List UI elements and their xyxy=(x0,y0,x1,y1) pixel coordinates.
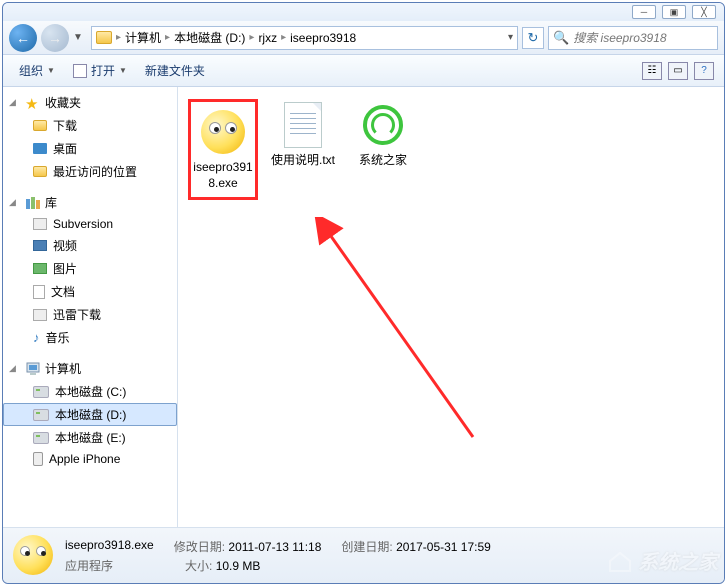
view-options-button[interactable]: ☷ xyxy=(642,62,662,80)
search-icon: 🔍 xyxy=(553,30,569,46)
phone-icon xyxy=(33,452,43,466)
toolbar: 组织▼ 打开▼ 新建文件夹 ☷ ▭ ? xyxy=(3,55,724,87)
open-button[interactable]: 打开▼ xyxy=(67,60,133,81)
maximize-button[interactable]: ▣ xyxy=(662,5,686,19)
star-icon: ★ xyxy=(25,95,41,111)
drive-icon xyxy=(33,432,49,444)
refresh-button[interactable]: ↻ xyxy=(522,27,544,49)
search-box[interactable]: 🔍 xyxy=(548,26,718,50)
collapse-icon: ◢ xyxy=(9,197,21,208)
sidebar-item-iphone[interactable]: Apple iPhone xyxy=(3,449,177,469)
file-item-txt[interactable]: 使用说明.txt xyxy=(268,99,338,169)
close-button[interactable]: ╳ xyxy=(692,5,716,19)
sidebar-item-subversion[interactable]: Subversion xyxy=(3,214,177,234)
annotation-arrow xyxy=(313,217,483,447)
details-icon xyxy=(13,535,55,577)
sidebar-item-videos[interactable]: 视频 xyxy=(3,234,177,257)
chevron-right-icon: ▸ xyxy=(249,32,254,43)
collapse-icon: ◢ xyxy=(9,97,21,108)
new-folder-button[interactable]: 新建文件夹 xyxy=(139,60,211,81)
address-dropdown[interactable]: ▾ xyxy=(508,32,513,43)
address-bar[interactable]: ▸ 计算机 ▸ 本地磁盘 (D:) ▸ rjxz ▸ iseepro3918 ▾ xyxy=(91,26,518,50)
favorites-section[interactable]: ◢ ★ 收藏夹 xyxy=(3,91,177,114)
explorer-body: ◢ ★ 收藏夹 下载 桌面 最近访问的位置 ◢ 库 Subversion 视频 … xyxy=(3,87,724,527)
computer-icon xyxy=(25,362,41,376)
computer-label: 计算机 xyxy=(45,360,81,377)
exe-icon xyxy=(201,110,245,154)
computer-section[interactable]: ◢ 计算机 xyxy=(3,357,177,380)
details-modified-label: 修改日期: xyxy=(174,540,225,554)
sidebar-item-pictures[interactable]: 图片 xyxy=(3,257,177,280)
breadcrumb-item[interactable]: 本地磁盘 (D:) xyxy=(174,29,245,46)
navigation-pane: ◢ ★ 收藏夹 下载 桌面 最近访问的位置 ◢ 库 Subversion 视频 … xyxy=(3,87,178,527)
file-item-exe[interactable]: iseepro3918.exe xyxy=(188,99,258,200)
folder-icon xyxy=(33,120,47,131)
details-size-value: 10.9 MB xyxy=(216,559,261,573)
help-button[interactable]: ? xyxy=(694,62,714,80)
document-icon xyxy=(33,309,47,321)
titlebar: ─ ▣ ╳ xyxy=(3,3,724,21)
video-icon xyxy=(33,240,47,251)
details-filename: iseepro3918.exe xyxy=(65,538,154,555)
libraries-section[interactable]: ◢ 库 xyxy=(3,191,177,214)
breadcrumb-item[interactable]: 计算机 xyxy=(125,29,161,46)
breadcrumb-item[interactable]: rjxz xyxy=(258,31,277,45)
text-file-icon xyxy=(284,102,322,148)
libraries-label: 库 xyxy=(45,194,57,211)
folder-icon xyxy=(96,31,112,44)
file-item-url[interactable]: 系统之家 xyxy=(348,99,418,169)
details-created-value: 2017-05-31 17:59 xyxy=(396,540,491,554)
sidebar-item-xunlei[interactable]: 迅雷下载 xyxy=(3,303,177,326)
chevron-right-icon: ▸ xyxy=(281,32,286,43)
document-icon xyxy=(33,218,47,230)
drive-icon xyxy=(33,409,49,421)
sidebar-item-downloads[interactable]: 下载 xyxy=(3,114,177,137)
breadcrumb-item[interactable]: iseepro3918 xyxy=(290,31,356,45)
details-filetype: 应用程序 xyxy=(65,557,113,574)
folder-icon xyxy=(33,166,47,177)
internet-shortcut-icon xyxy=(363,105,403,145)
details-created-label: 创建日期: xyxy=(341,540,392,554)
minimize-button[interactable]: ─ xyxy=(632,5,656,19)
back-button[interactable]: ← xyxy=(9,24,37,52)
organize-button[interactable]: 组织▼ xyxy=(13,60,61,81)
details-modified-value: 2011-07-13 11:18 xyxy=(228,540,321,554)
file-list[interactable]: iseepro3918.exe 使用说明.txt 系统之家 xyxy=(178,87,724,527)
sidebar-item-desktop[interactable]: 桌面 xyxy=(3,137,177,160)
file-label: iseepro3918.exe xyxy=(193,160,253,191)
desktop-icon xyxy=(33,143,47,154)
favorites-label: 收藏夹 xyxy=(45,94,81,111)
details-size-label: 大小: xyxy=(185,559,212,573)
open-icon xyxy=(73,64,87,78)
sidebar-item-music[interactable]: ♪音乐 xyxy=(3,326,177,349)
explorer-window: ─ ▣ ╳ ← → ▼ ▸ 计算机 ▸ 本地磁盘 (D:) ▸ rjxz ▸ i… xyxy=(2,2,725,584)
navigation-bar: ← → ▼ ▸ 计算机 ▸ 本地磁盘 (D:) ▸ rjxz ▸ iseepro… xyxy=(3,21,724,55)
sidebar-item-drive-e[interactable]: 本地磁盘 (E:) xyxy=(3,426,177,449)
chevron-right-icon: ▸ xyxy=(165,32,170,43)
libraries-icon xyxy=(25,196,41,210)
drive-icon xyxy=(33,386,49,398)
forward-button[interactable]: → xyxy=(41,24,69,52)
chevron-right-icon: ▸ xyxy=(116,32,121,43)
sidebar-item-drive-d[interactable]: 本地磁盘 (D:) xyxy=(3,403,177,426)
music-icon: ♪ xyxy=(33,330,40,345)
pictures-icon xyxy=(33,263,47,274)
collapse-icon: ◢ xyxy=(9,363,21,374)
sidebar-item-recent[interactable]: 最近访问的位置 xyxy=(3,160,177,183)
sidebar-item-documents[interactable]: 文档 xyxy=(3,280,177,303)
details-pane: iseepro3918.exe 修改日期: 2011-07-13 11:18 创… xyxy=(3,527,724,583)
file-label: 使用说明.txt xyxy=(268,153,338,169)
history-dropdown[interactable]: ▼ xyxy=(73,32,87,43)
preview-pane-button[interactable]: ▭ xyxy=(668,62,688,80)
file-label: 系统之家 xyxy=(348,153,418,169)
sidebar-item-drive-c[interactable]: 本地磁盘 (C:) xyxy=(3,380,177,403)
search-input[interactable] xyxy=(573,31,713,45)
document-icon xyxy=(33,285,45,299)
